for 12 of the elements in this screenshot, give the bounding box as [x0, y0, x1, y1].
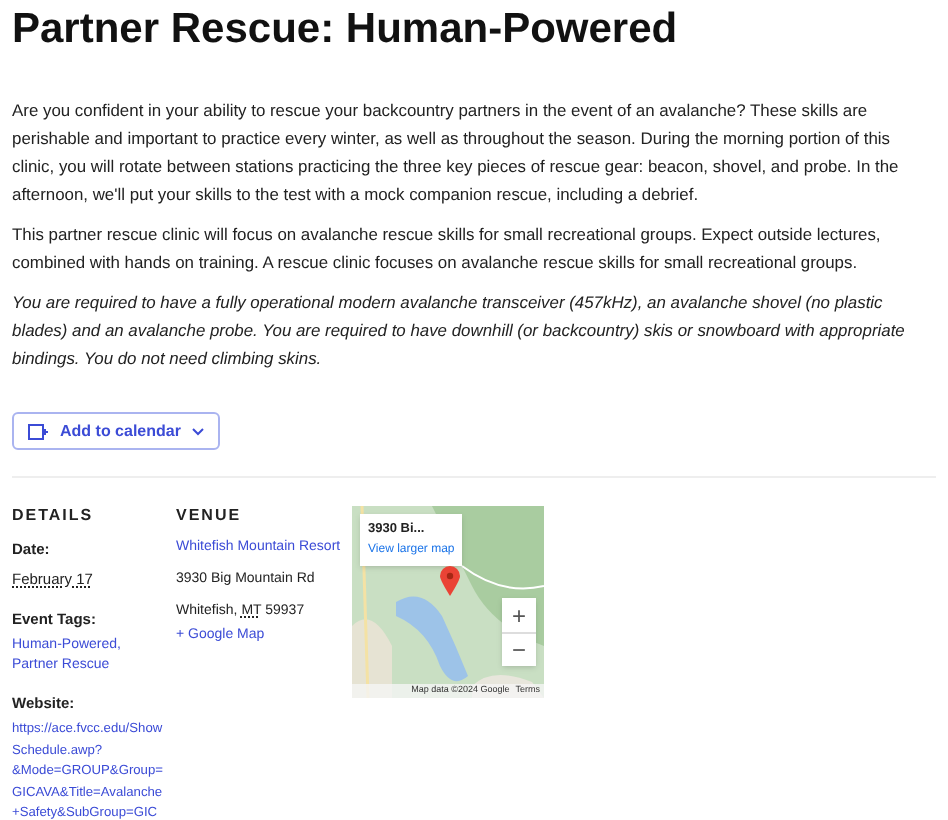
venue-heading: VENUE — [176, 504, 244, 528]
caret-icon — [192, 427, 205, 435]
paragraph: Are you confident in your ability to rescue your backcountry partners in the event of an avalanche? These skills are perishable and important to practice every winter, as well as throughout the season. During the morning portion of this clinic, you will rotate between stations practicing the three key pieces of rescue gear: beacon, shovel, and probe. In the afternoon, we'll put your skills to the test with a mock companion rescue, including a debrief. — [12, 98, 901, 208]
zoom-in-button[interactable]: + — [502, 598, 536, 632]
map-pin-icon — [440, 566, 460, 596]
page-title: Partner Rescue: Human-Powered — [12, 4, 680, 56]
zoom-out-button[interactable]: − — [502, 632, 536, 666]
paragraph: This partner rescue clinic will focus on avalanche rescue skills for small recreational groups. Expect outside lectures, combined with hands on training. A rescue clinic focuses on avalanche rescue skills for small recreational groups. — [12, 222, 883, 276]
details-heading: DETAILS — [12, 504, 96, 528]
calendar-plus-icon — [28, 423, 48, 439]
add-to-calendar-button[interactable]: Add to calendar — [12, 412, 221, 450]
paragraph: You are required to have a fully operational modern avalanche transceiver (457kHz), an avalanche shovel (no plastic blades) and an avalanche probe. You are required to have downhill (or backcountry) skis or snowboard with appropriate bindings. You do not need climbing skins. — [12, 290, 907, 372]
